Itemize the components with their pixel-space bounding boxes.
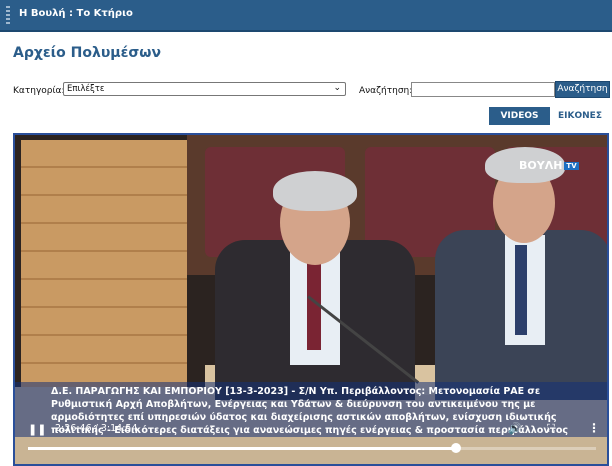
time-display: 2:26:46 / 3:14:54 bbox=[55, 423, 138, 434]
channel-logo: ΒΟΥΛΗ TV bbox=[519, 159, 579, 172]
chevron-down-icon: ⌄ bbox=[333, 83, 341, 93]
search-input[interactable] bbox=[411, 82, 555, 97]
caption-line: Ρυθμιστική Αρχή Αποβλήτων, Ενέργειας και… bbox=[51, 399, 536, 410]
progress-bar[interactable] bbox=[28, 443, 596, 453]
drag-handle-icon bbox=[6, 6, 10, 26]
pause-icon[interactable]: ❚❚ bbox=[28, 423, 46, 436]
volume-icon[interactable]: 🔊 bbox=[508, 422, 522, 435]
fullscreen-icon[interactable]: ⛶ bbox=[547, 422, 555, 436]
caption-line: Δ.Ε. ΠΑΡΑΓΩΓΗΣ ΚΑΙ ΕΜΠΟΡΙΟΥ [13-3-2023] … bbox=[51, 386, 541, 397]
progress-thumb[interactable] bbox=[450, 443, 461, 453]
player-controls: ❚❚ 2:26:46 / 3:14:54 🔊 ⛶ ⋮ bbox=[15, 419, 607, 464]
tab-images[interactable]: ΕΙΚΟΝΕΣ bbox=[554, 107, 606, 125]
top-navigation-bar: Η Βουλή : Το Κτήριο bbox=[0, 0, 612, 32]
more-vertical-icon[interactable]: ⋮ bbox=[588, 421, 600, 435]
category-label: Κατηγορία: bbox=[13, 86, 65, 96]
progress-fill bbox=[28, 447, 456, 450]
breadcrumb[interactable]: Η Βουλή : Το Κτήριο bbox=[19, 8, 133, 19]
category-selected-value: Επιλέξτε bbox=[67, 84, 105, 94]
search-button[interactable]: Αναζήτηση bbox=[555, 81, 610, 98]
page-title: Αρχείο Πολυμέσων bbox=[13, 45, 161, 61]
category-select[interactable]: Επιλέξτε ⌄ bbox=[63, 82, 346, 96]
search-label: Αναζήτηση: bbox=[359, 86, 413, 96]
tab-videos[interactable]: VIDEOS bbox=[489, 107, 550, 125]
video-player[interactable]: ΒΟΥΛΗ TV Δ.Ε. ΠΑΡΑΓΩΓΗΣ ΚΑΙ ΕΜΠΟΡΙΟΥ [13-… bbox=[13, 133, 609, 466]
